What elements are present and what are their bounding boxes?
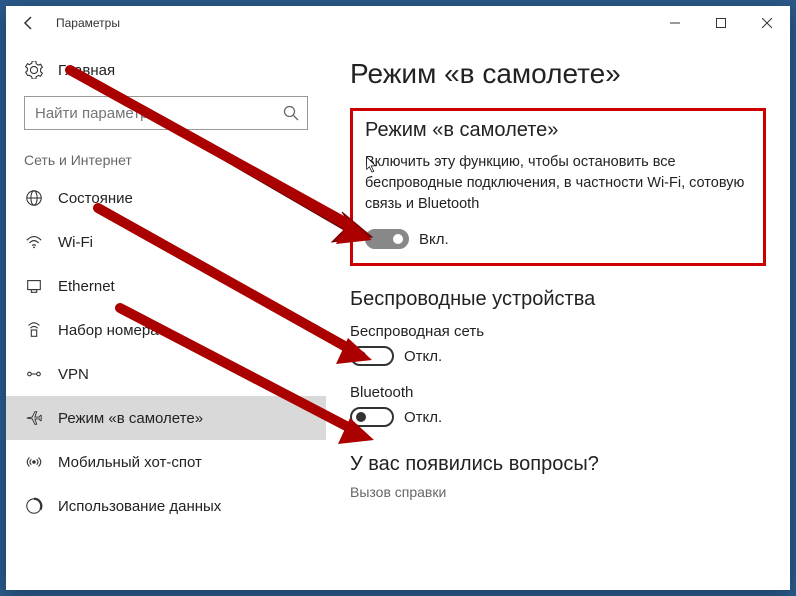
airplane-desc: Включить эту функцию, чтобы остановить в… — [365, 152, 751, 215]
close-button[interactable] — [744, 6, 790, 40]
sidebar-item-label: Использование данных — [58, 498, 221, 515]
wifi-group: Беспроводная сеть Откл. — [350, 323, 766, 366]
wifi-toggle[interactable] — [350, 346, 394, 366]
window-controls — [652, 6, 790, 40]
bluetooth-toggle-label: Откл. — [404, 409, 442, 426]
airplane-toggle[interactable] — [365, 229, 409, 249]
gear-icon — [24, 60, 44, 80]
sidebar-item-label: Состояние — [58, 190, 133, 207]
sidebar-item-ethernet[interactable]: Ethernet — [6, 264, 326, 308]
page-title: Режим «в самолете» — [350, 58, 766, 90]
sidebar: Главная Сеть и Интернет Состояние Wi-Fi … — [6, 40, 326, 590]
section-label: Сеть и Интернет — [6, 152, 326, 176]
sidebar-item-status[interactable]: Состояние — [6, 176, 326, 220]
home-link[interactable]: Главная — [6, 52, 326, 90]
wifi-label: Беспроводная сеть — [350, 323, 766, 340]
content-area: Режим «в самолете» Режим «в самолете» Вк… — [326, 40, 790, 590]
sidebar-item-label: Мобильный хот-спот — [58, 454, 202, 471]
titlebar: Параметры — [6, 6, 790, 40]
wifi-icon — [24, 232, 44, 252]
sidebar-item-datausage[interactable]: Использование данных — [6, 484, 326, 528]
minimize-button[interactable] — [652, 6, 698, 40]
window-title: Параметры — [56, 16, 652, 30]
sidebar-item-label: VPN — [58, 366, 89, 383]
sidebar-item-label: Wi-Fi — [58, 234, 93, 251]
airplane-toggle-row: Вкл. — [365, 229, 751, 249]
airplane-subtitle: Режим «в самолете» — [365, 119, 751, 142]
sidebar-item-airplane[interactable]: Режим «в самолете» — [6, 396, 326, 440]
airplane-icon — [24, 408, 44, 428]
vpn-icon — [24, 364, 44, 384]
settings-window: Параметры Главная Сеть и Интернет — [6, 6, 790, 590]
bluetooth-toggle-row: Откл. — [350, 407, 766, 427]
search-box[interactable] — [24, 96, 308, 130]
help-link[interactable]: Вызов справки — [350, 484, 766, 500]
wifi-toggle-row: Откл. — [350, 346, 766, 366]
dialup-icon — [24, 320, 44, 340]
sidebar-item-dialup[interactable]: Набор номера — [6, 308, 326, 352]
ethernet-icon — [24, 276, 44, 296]
bluetooth-label: Bluetooth — [350, 384, 766, 401]
globe-icon — [24, 188, 44, 208]
sidebar-item-label: Режим «в самолете» — [58, 410, 203, 427]
search-input[interactable] — [35, 105, 283, 122]
wifi-toggle-label: Откл. — [404, 348, 442, 365]
bluetooth-group: Bluetooth Откл. — [350, 384, 766, 427]
sidebar-item-hotspot[interactable]: Мобильный хот-спот — [6, 440, 326, 484]
sidebar-item-label: Ethernet — [58, 278, 115, 295]
maximize-button[interactable] — [698, 6, 744, 40]
search-icon — [283, 105, 299, 121]
back-button[interactable] — [6, 6, 52, 40]
airplane-toggle-label: Вкл. — [419, 231, 449, 248]
airplane-highlight-box: Режим «в самолете» Включить эту функцию,… — [350, 108, 766, 266]
bluetooth-toggle[interactable] — [350, 407, 394, 427]
data-usage-icon — [24, 496, 44, 516]
wireless-heading: Беспроводные устройства — [350, 288, 766, 311]
sidebar-item-vpn[interactable]: VPN — [6, 352, 326, 396]
sidebar-item-wifi[interactable]: Wi-Fi — [6, 220, 326, 264]
hotspot-icon — [24, 452, 44, 472]
sidebar-item-label: Набор номера — [58, 322, 159, 339]
home-label: Главная — [58, 62, 115, 79]
window-body: Главная Сеть и Интернет Состояние Wi-Fi … — [6, 40, 790, 590]
help-heading: У вас появились вопросы? — [350, 453, 766, 476]
